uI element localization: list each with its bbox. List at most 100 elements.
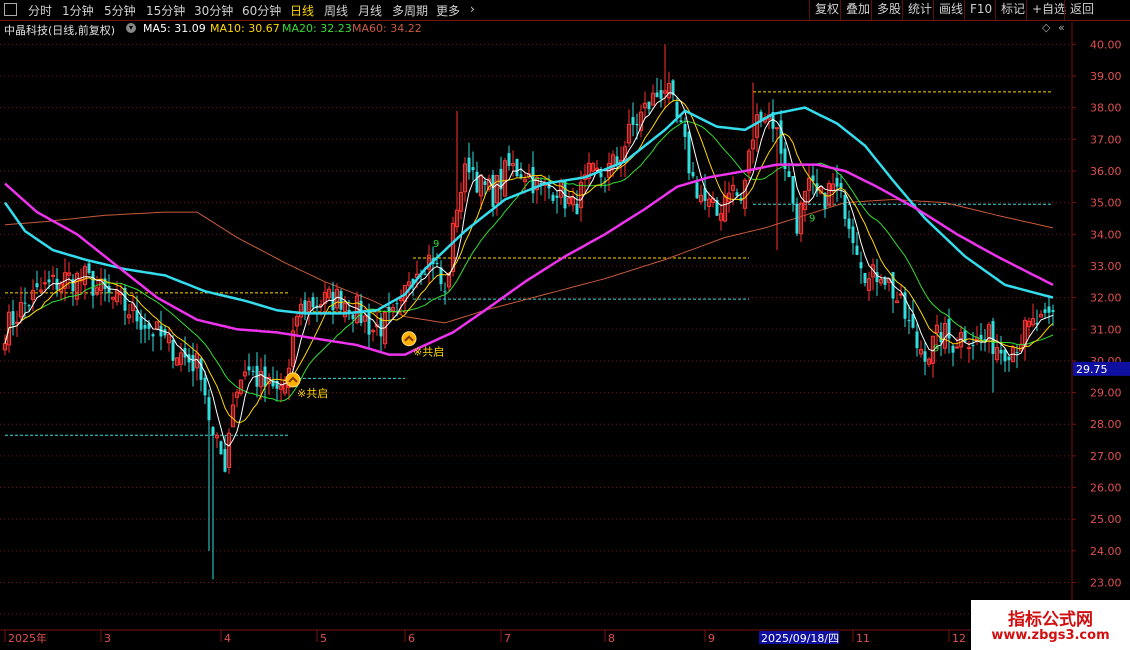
candle (235, 388, 239, 408)
candle (531, 151, 535, 204)
candle (555, 190, 559, 214)
y-tick-label: 23.00 (1090, 577, 1122, 590)
candle (999, 335, 1003, 365)
period-tab-8[interactable]: 月线 (358, 2, 382, 19)
candle (811, 163, 815, 195)
candle (895, 291, 899, 304)
x-tick-label: 11 (856, 632, 870, 645)
candle (127, 304, 131, 325)
candle (67, 262, 71, 290)
candle (75, 271, 79, 306)
period-tab-4[interactable]: 30分钟 (194, 2, 233, 19)
candle (591, 161, 595, 173)
thick-cyan-line (3, 106, 1054, 315)
candle (927, 357, 931, 367)
toolbar-button-6[interactable]: 标记 (995, 0, 1027, 20)
candle (931, 335, 935, 378)
y-tick-label: 39.00 (1090, 70, 1122, 83)
candle (779, 109, 783, 166)
period-tab-10[interactable]: 更多 (436, 2, 460, 19)
candle (227, 428, 231, 474)
candle (463, 157, 467, 202)
candlestick-chart[interactable]: ※共启 ※共启 9 9 9 40.00 39.00 38.00 37.00 36.00 35.00… (0, 0, 1130, 650)
y-tick-label: 33.00 (1090, 260, 1122, 273)
candle (839, 174, 843, 198)
nine-mark: 9 (433, 239, 439, 250)
period-toolbar: 分时 1分钟 5分钟 15分钟 30分钟 60分钟 日线 周线 月线 多周期 更多 › 复权 叠加 多股统… (0, 0, 1130, 21)
x-tick-label: 12 (952, 632, 966, 645)
ma60-line (4, 198, 1054, 324)
up-chevron-circle-icon (401, 331, 417, 347)
period-tab-9[interactable]: 多周期 (392, 2, 428, 19)
candle (323, 282, 327, 313)
candle (671, 78, 675, 102)
y-tick-label: 28.00 (1090, 418, 1122, 431)
candle (255, 352, 259, 398)
menu-icon[interactable] (4, 3, 17, 16)
y-tick-label: 40.00 (1090, 38, 1122, 51)
diamond-outline-icon[interactable]: ◇ (1042, 21, 1050, 34)
double-left-arrow-icon[interactable]: « (1058, 21, 1065, 34)
candle (643, 91, 647, 119)
candles[interactable] (3, 44, 1055, 580)
candle (871, 258, 875, 291)
candle (943, 316, 947, 354)
chevron-right-icon[interactable]: › (470, 2, 475, 16)
period-tab-6[interactable]: 日线 (290, 2, 314, 19)
period-tab-3[interactable]: 15分钟 (146, 2, 185, 19)
candle (371, 328, 375, 342)
toolbar-button-5[interactable]: F10 (964, 0, 996, 20)
candle (783, 142, 787, 182)
candle (1039, 310, 1043, 318)
candle (979, 322, 983, 351)
period-tab-5[interactable]: 60分钟 (242, 2, 281, 19)
candle (279, 373, 283, 403)
candle (919, 340, 923, 358)
candle (99, 267, 103, 306)
level-lines (5, 91, 1053, 436)
candle (639, 104, 643, 138)
candle (667, 71, 671, 104)
candle (39, 277, 43, 293)
candle (439, 260, 443, 292)
stock-name[interactable]: 中晶科技(日线,前复权) (4, 22, 115, 38)
candle (867, 271, 871, 302)
toolbar-button-0[interactable]: 复权 (809, 0, 841, 20)
candle (1023, 316, 1027, 361)
candle (655, 77, 659, 98)
candle (143, 313, 147, 344)
candle (467, 142, 471, 180)
candle (815, 168, 819, 198)
toolbar-button-4[interactable]: 画线 (933, 0, 965, 20)
candle (855, 232, 859, 256)
watermark-title: 指标公式网 (1008, 610, 1093, 630)
candle (771, 99, 775, 143)
candle (219, 440, 223, 455)
toolbar-button-8[interactable]: 返回 (1064, 0, 1097, 20)
toolbar-button-3[interactable]: 统计 (902, 0, 934, 20)
candle (459, 182, 463, 220)
candle (303, 292, 307, 321)
signal-label: ※共启 (297, 387, 328, 400)
period-tab-7[interactable]: 周线 (324, 2, 348, 19)
y-tick-label: 32.00 (1090, 292, 1122, 305)
candle (719, 203, 723, 231)
period-tab-1[interactable]: 1分钟 (62, 2, 94, 19)
candle (271, 366, 275, 389)
candle (215, 432, 219, 448)
dropdown-circle-icon[interactable]: ▾ (126, 23, 136, 33)
toolbar-button-1[interactable]: 叠加 (840, 0, 872, 20)
period-tab-2[interactable]: 5分钟 (104, 2, 136, 19)
indicator-infobar: 中晶科技(日线,前复权) ▾ MA5: 31.09 MA10: 30.67 MA… (0, 21, 1072, 37)
toolbar-button-7[interactable]: +自选 (1026, 0, 1066, 20)
candle (471, 151, 475, 181)
candle (339, 288, 343, 313)
ma60-line (4, 198, 1054, 324)
signal-label: ※共启 (413, 346, 444, 359)
candle (831, 172, 835, 207)
y-tick-label: 36.00 (1090, 165, 1122, 178)
ma60-label: MA60: 34.22 (352, 22, 422, 35)
toolbar-button-2[interactable]: 多股 (871, 0, 903, 20)
candle (251, 366, 255, 376)
period-tab-0[interactable]: 分时 (28, 2, 52, 19)
